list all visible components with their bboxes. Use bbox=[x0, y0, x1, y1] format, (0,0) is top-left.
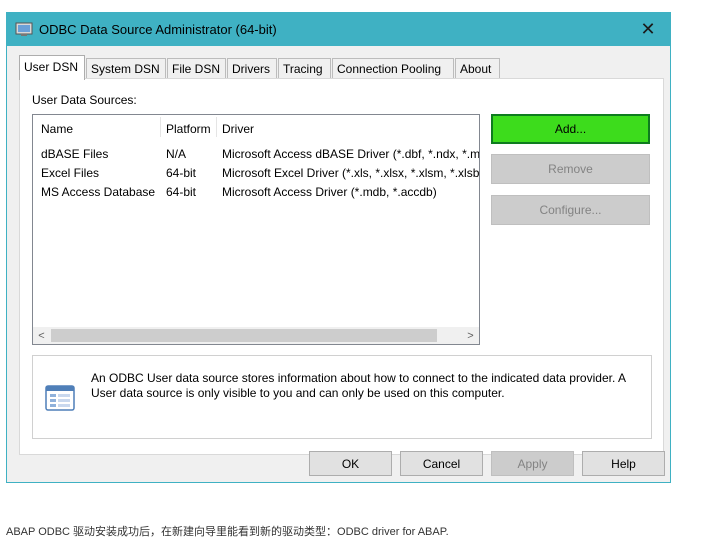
column-header-platform[interactable]: Platform bbox=[166, 122, 211, 136]
scroll-right-icon[interactable]: > bbox=[462, 327, 479, 344]
article-caption: ABAP ODBC 驱动安装成功后，在新建向导里能看到新的驱动类型：ODBC d… bbox=[6, 526, 449, 538]
column-separator[interactable] bbox=[160, 117, 161, 137]
row-platform: N/A bbox=[166, 147, 187, 161]
row-driver: Microsoft Access dBASE Driver (*.dbf, *.… bbox=[222, 147, 480, 161]
odbc-app-icon bbox=[15, 22, 33, 36]
tab-connection-pooling[interactable]: Connection Pooling bbox=[332, 58, 454, 79]
tab-drivers[interactable]: Drivers bbox=[227, 58, 277, 79]
column-header-name[interactable]: Name bbox=[41, 122, 73, 136]
add-button[interactable]: Add... bbox=[491, 114, 650, 144]
row-name[interactable]: MS Access Database bbox=[41, 185, 155, 199]
tab-user-dsn[interactable]: User DSN bbox=[19, 55, 85, 80]
row-name[interactable]: Excel Files bbox=[41, 166, 99, 180]
odbc-admin-window: ODBC Data Source Administrator (64-bit) … bbox=[6, 12, 671, 483]
apply-button[interactable]: Apply bbox=[491, 451, 574, 476]
cancel-button[interactable]: Cancel bbox=[400, 451, 483, 476]
horizontal-scrollbar[interactable]: < > bbox=[33, 327, 479, 344]
tab-tracing[interactable]: Tracing bbox=[278, 58, 331, 79]
help-button[interactable]: Help bbox=[582, 451, 665, 476]
row-platform: 64-bit bbox=[166, 185, 197, 199]
window-title: ODBC Data Source Administrator (64-bit) bbox=[39, 22, 277, 37]
column-separator[interactable] bbox=[216, 117, 217, 137]
user-data-sources-label: User Data Sources: bbox=[32, 93, 137, 107]
row-platform: 64-bit bbox=[166, 166, 197, 180]
close-button[interactable]: ✕ bbox=[626, 13, 670, 46]
remove-button[interactable]: Remove bbox=[491, 154, 650, 184]
data-sources-list[interactable]: Name Platform Driver dBASE Files N/A Mic… bbox=[32, 114, 480, 345]
ok-button[interactable]: OK bbox=[309, 451, 392, 476]
scroll-left-icon[interactable]: < bbox=[33, 327, 50, 344]
title-bar[interactable]: ODBC Data Source Administrator (64-bit) … bbox=[7, 13, 670, 46]
row-driver: Microsoft Access Driver (*.mdb, *.accdb) bbox=[222, 185, 437, 199]
data-source-icon bbox=[45, 385, 75, 411]
info-box: An ODBC User data source stores informat… bbox=[32, 355, 652, 439]
tab-system-dsn[interactable]: System DSN bbox=[86, 58, 166, 79]
row-name[interactable]: dBASE Files bbox=[41, 147, 108, 161]
info-description: An ODBC User data source stores informat… bbox=[91, 371, 626, 400]
configure-button[interactable]: Configure... bbox=[491, 195, 650, 225]
row-driver: Microsoft Excel Driver (*.xls, *.xlsx, *… bbox=[222, 166, 480, 180]
close-icon: ✕ bbox=[640, 19, 656, 39]
column-header-driver[interactable]: Driver bbox=[222, 122, 254, 136]
tab-about[interactable]: About bbox=[455, 58, 500, 79]
tab-file-dsn[interactable]: File DSN bbox=[167, 58, 226, 79]
scroll-thumb[interactable] bbox=[51, 329, 437, 342]
user-dsn-panel: User Data Sources: Name Platform Driver … bbox=[19, 78, 664, 455]
